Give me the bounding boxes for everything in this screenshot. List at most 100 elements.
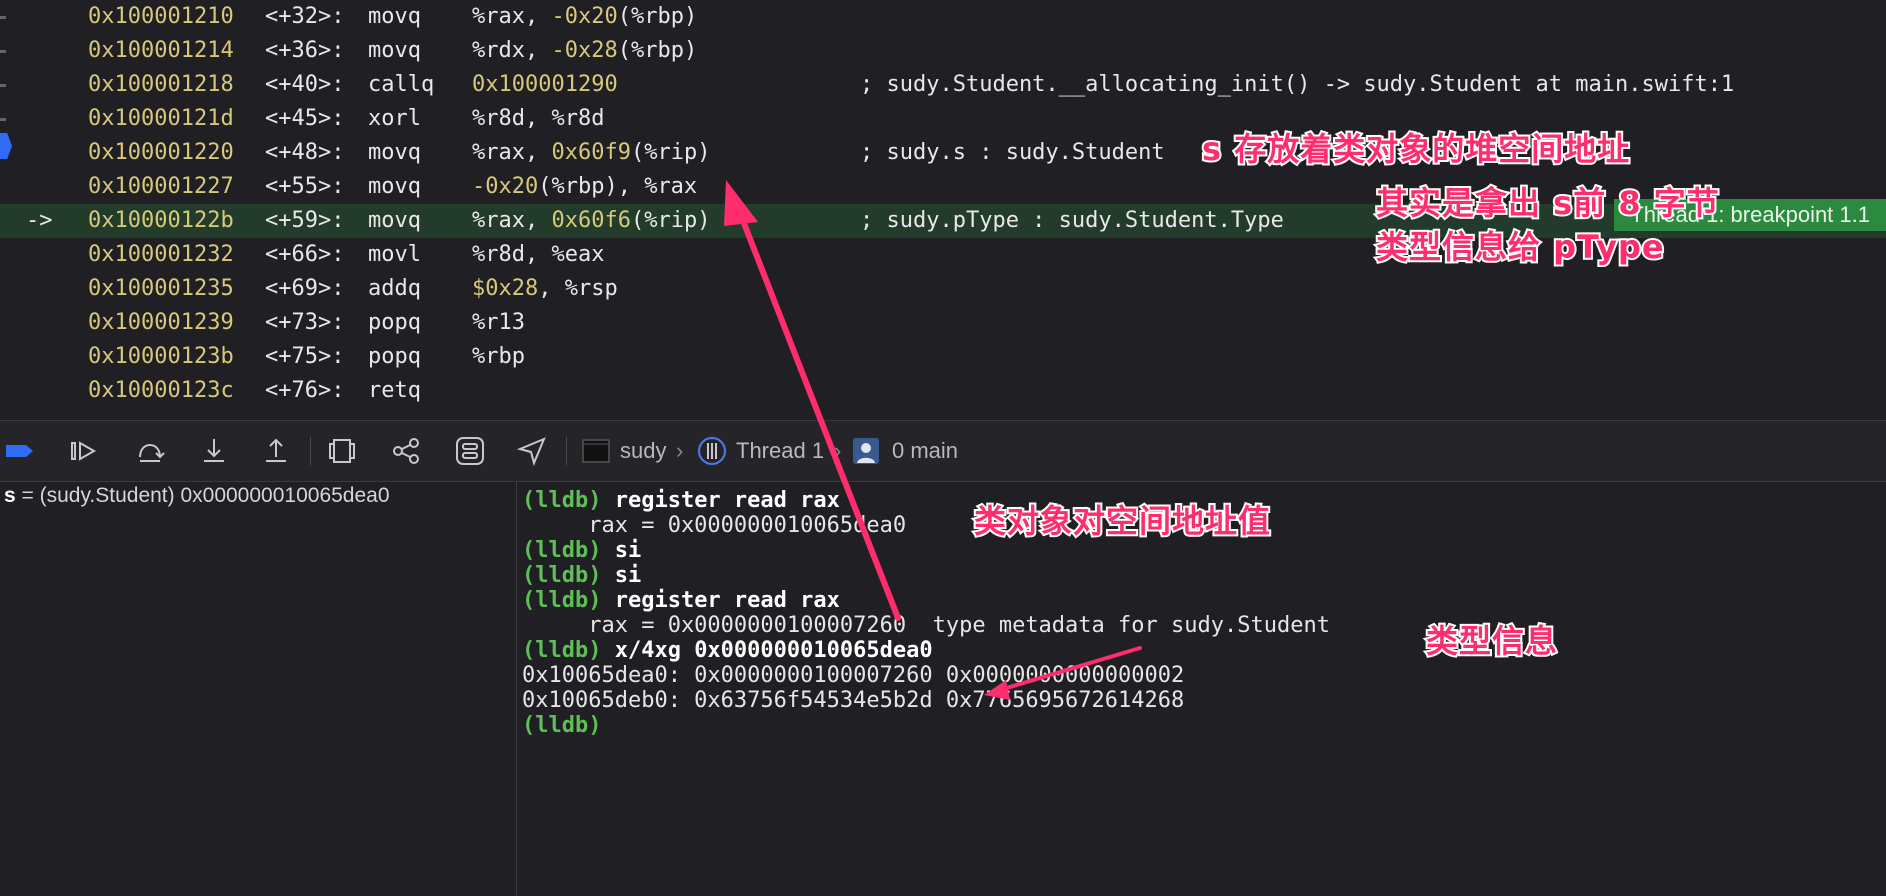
instruction-operands: %rax, 0x60f9(%rip) [472,136,710,170]
chevron-right-icon: › [676,438,684,463]
instruction-row[interactable]: 0x10000123c <+76>: retq [0,374,1886,408]
operand-text: (%rip) [630,140,711,165]
instruction-mnemonic: movq [368,140,421,165]
instruction-mnemonic: popq [368,344,421,369]
console-output: 0x10065dea0: 0x0000000100007260 0x000000… [522,663,1185,688]
console-line: (lldb) [522,711,601,741]
instruction-offset: <+69>: [265,276,345,301]
continue-icon[interactable] [68,435,100,467]
console-command: x/4xg 0x000000010065dea0 [614,638,933,663]
instruction-address: 0x100001220 [88,140,234,165]
variables-view: s = (sudy.Student) 0x000000010065dea0 [0,482,517,896]
instruction-offset: <+55>: [265,174,345,199]
instruction-address: 0x10000123b [88,344,234,369]
instruction-row[interactable]: 0x100001210 <+32>: movq %rax, -0x20(%rbp) [0,0,1886,34]
hex-literal: -0x28 [551,38,618,63]
breakpoint-toggle-icon[interactable] [4,435,36,467]
annotation-type-info: 类型信息 [1424,620,1559,662]
operand-text: %r13 [472,310,525,335]
operand-text: %rax, [472,4,552,29]
hex-literal: -0x20 [472,174,539,199]
console-command: si [614,538,642,563]
console-prompt: (lldb) [522,538,615,563]
instruction-operands: %r13 [472,306,525,340]
instruction-address: 0x10000121d [88,106,234,131]
instruction-operands: %rax, 0x60f6(%rip) [472,204,710,238]
instruction-address: 0x100001232 [88,242,234,267]
annotation-s-heap: s 存放着类对象的堆空间地址 [1200,128,1631,170]
hex-literal: 0x60f6 [551,208,631,233]
instruction-row[interactable]: 0x100001214 <+36>: movq %rdx, -0x28(%rbp) [0,34,1886,68]
instruction-address: 0x100001214 [88,38,234,63]
instruction-offset: <+40>: [265,72,345,97]
breadcrumb-frame[interactable]: 0 main [892,435,958,467]
operand-text: , %rsp [538,276,618,301]
annotation-heap-addr-value: 类对象对空间地址值 [972,500,1272,542]
step-over-icon[interactable] [134,435,166,467]
instruction-comment: ; sudy.pType : sudy.Student.Type [860,208,1284,233]
breadcrumb-target[interactable]: sudy [620,435,666,467]
console-output: 0x10065deb0: 0x63756f54534e5b2d 0x776569… [522,688,1185,713]
instruction-offset: <+36>: [265,38,345,63]
instruction-row[interactable]: 0x100001235 <+69>: addq $0x28, %rsp [0,272,1886,306]
instruction-offset: <+76>: [265,378,345,403]
operand-text: %rax, [472,208,552,233]
instruction-offset: <+32>: [265,4,345,29]
instruction-operands: $0x28, %rsp [472,272,618,306]
instruction-operands: %rbp [472,340,525,374]
instruction-address: 0x100001239 [88,310,234,335]
operand-text: (%rip) [630,208,711,233]
debug-bar: sudy › Thread 1 › 0 main [0,420,1886,482]
instruction-comment: ; sudy.s : sudy.Student [860,140,1165,165]
instruction-offset: <+66>: [265,242,345,267]
annotation-take-first8-line2: 类型信息给 pType [1374,226,1666,268]
instruction-mnemonic: retq [368,378,421,403]
annotation-take-first8-line1: 其实是拿出 s前 8 字节 [1374,182,1721,224]
instruction-mnemonic: popq [368,310,421,335]
thread-icon [696,435,728,467]
variable-row[interactable]: s = (sudy.Student) 0x000000010065dea0 [4,484,390,508]
operand-text: %r8d, %r8d [472,106,605,131]
instruction-mnemonic: addq [368,276,421,301]
step-out-icon[interactable] [260,435,292,467]
console-prompt: (lldb) [522,638,615,663]
instruction-address: 0x100001218 [88,72,234,97]
instruction-operands: 0x100001290 [472,68,618,102]
instruction-address: 0x100001227 [88,174,234,199]
hex-literal: $0x28 [472,276,539,301]
instruction-operands: %r8d, %eax [472,238,604,272]
instruction-address: 0x10000122b [88,208,234,233]
instruction-operands: %rax, -0x20(%rbp) [472,0,697,34]
lldb-console[interactable]: (lldb) register read rax rax = 0x0000000… [518,482,1886,896]
instruction-address: 0x10000123c [88,378,234,403]
memory-graph-icon[interactable] [390,435,422,467]
instruction-offset: <+45>: [265,106,345,131]
user-frame-icon [850,435,882,467]
instruction-address: 0x100001210 [88,4,234,29]
console-prompt: (lldb) [522,563,615,588]
instruction-address: 0x100001235 [88,276,234,301]
instruction-row[interactable]: 0x100001218 <+40>: callq 0x100001290 ; sudy.… [0,68,1886,102]
console-prompt: (lldb) [522,588,615,613]
toolbar-divider [310,437,311,465]
operand-text: %rbp [472,344,525,369]
location-icon[interactable] [516,435,548,467]
instruction-mnemonic: movl [368,242,421,267]
variable-value: = (sudy.Student) 0x000000010065dea0 [15,484,390,507]
console-prompt: (lldb) [522,488,615,513]
instruction-row[interactable]: 0x100001239 <+73>: popq %r13 [0,306,1886,340]
instruction-mnemonic: callq [368,72,435,97]
environment-overrides-icon[interactable] [454,435,486,467]
toolbar-divider [566,437,567,465]
operand-text: %r8d, %eax [472,242,605,267]
instruction-mnemonic: movq [368,4,421,29]
step-into-icon[interactable] [198,435,230,467]
hex-literal: 0x100001290 [472,72,618,97]
pc-arrow: -> [26,208,53,233]
view-hierarchy-icon[interactable] [326,435,358,467]
instruction-mnemonic: movq [368,38,421,63]
operand-text: (%rbp), %rax [538,174,698,199]
instruction-mnemonic: movq [368,174,421,199]
instruction-row[interactable]: 0x10000123b <+75>: popq %rbp [0,340,1886,374]
breadcrumb-thread[interactable]: Thread 1 [736,435,824,467]
